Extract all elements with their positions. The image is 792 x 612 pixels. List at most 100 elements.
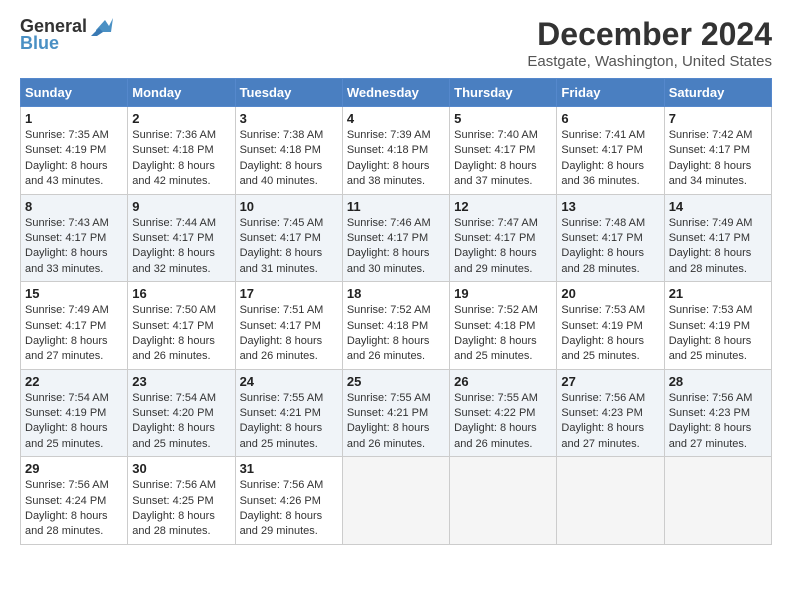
sunrise-label: Sunrise: 7:55 AM	[347, 392, 431, 404]
day-number: 29	[25, 461, 123, 476]
sunset-label: Sunset: 4:17 PM	[240, 232, 321, 244]
sunrise-label: Sunrise: 7:52 AM	[454, 304, 538, 316]
sunrise-label: Sunrise: 7:43 AM	[25, 217, 109, 229]
month-title: December 2024	[527, 16, 772, 53]
daylight-label: Daylight: 8 hours and 27 minutes.	[25, 335, 108, 362]
daylight-label: Daylight: 8 hours and 38 minutes.	[347, 160, 430, 187]
calendar-header-monday: Monday	[128, 79, 235, 107]
sunrise-label: Sunrise: 7:36 AM	[132, 129, 216, 141]
logo-bird-icon	[91, 18, 113, 36]
day-info: Sunrise: 7:55 AM Sunset: 4:21 PM Dayligh…	[240, 391, 338, 453]
sunset-label: Sunset: 4:18 PM	[347, 320, 428, 332]
calendar-cell: 15 Sunrise: 7:49 AM Sunset: 4:17 PM Dayl…	[21, 282, 128, 370]
daylight-label: Daylight: 8 hours and 42 minutes.	[132, 160, 215, 187]
sunrise-label: Sunrise: 7:55 AM	[240, 392, 324, 404]
sunrise-label: Sunrise: 7:48 AM	[561, 217, 645, 229]
daylight-label: Daylight: 8 hours and 26 minutes.	[240, 335, 323, 362]
sunset-label: Sunset: 4:18 PM	[347, 144, 428, 156]
calendar: SundayMondayTuesdayWednesdayThursdayFrid…	[20, 78, 772, 545]
calendar-cell: 30 Sunrise: 7:56 AM Sunset: 4:25 PM Dayl…	[128, 457, 235, 545]
sunset-label: Sunset: 4:17 PM	[561, 232, 642, 244]
daylight-label: Daylight: 8 hours and 28 minutes.	[25, 510, 108, 537]
day-number: 4	[347, 111, 445, 126]
daylight-label: Daylight: 8 hours and 25 minutes.	[561, 335, 644, 362]
day-info: Sunrise: 7:52 AM Sunset: 4:18 PM Dayligh…	[347, 303, 445, 365]
day-number: 19	[454, 286, 552, 301]
sunrise-label: Sunrise: 7:46 AM	[347, 217, 431, 229]
sunrise-label: Sunrise: 7:47 AM	[454, 217, 538, 229]
daylight-label: Daylight: 8 hours and 43 minutes.	[25, 160, 108, 187]
sunrise-label: Sunrise: 7:56 AM	[240, 479, 324, 491]
day-number: 24	[240, 374, 338, 389]
sunset-label: Sunset: 4:22 PM	[454, 407, 535, 419]
daylight-label: Daylight: 8 hours and 32 minutes.	[132, 247, 215, 274]
calendar-cell: 9 Sunrise: 7:44 AM Sunset: 4:17 PM Dayli…	[128, 194, 235, 282]
sunrise-label: Sunrise: 7:45 AM	[240, 217, 324, 229]
day-info: Sunrise: 7:56 AM Sunset: 4:24 PM Dayligh…	[25, 478, 123, 540]
day-info: Sunrise: 7:54 AM Sunset: 4:19 PM Dayligh…	[25, 391, 123, 453]
sunrise-label: Sunrise: 7:44 AM	[132, 217, 216, 229]
sunrise-label: Sunrise: 7:54 AM	[132, 392, 216, 404]
daylight-label: Daylight: 8 hours and 33 minutes.	[25, 247, 108, 274]
day-number: 18	[347, 286, 445, 301]
sunset-label: Sunset: 4:23 PM	[669, 407, 750, 419]
calendar-cell: 3 Sunrise: 7:38 AM Sunset: 4:18 PM Dayli…	[235, 107, 342, 195]
calendar-header-friday: Friday	[557, 79, 664, 107]
day-info: Sunrise: 7:40 AM Sunset: 4:17 PM Dayligh…	[454, 128, 552, 190]
calendar-cell: 13 Sunrise: 7:48 AM Sunset: 4:17 PM Dayl…	[557, 194, 664, 282]
day-number: 16	[132, 286, 230, 301]
day-number: 13	[561, 199, 659, 214]
sunrise-label: Sunrise: 7:50 AM	[132, 304, 216, 316]
logo-blue-text: Blue	[20, 33, 59, 54]
calendar-cell: 19 Sunrise: 7:52 AM Sunset: 4:18 PM Dayl…	[450, 282, 557, 370]
sunset-label: Sunset: 4:17 PM	[240, 320, 321, 332]
day-info: Sunrise: 7:56 AM Sunset: 4:23 PM Dayligh…	[561, 391, 659, 453]
calendar-cell: 2 Sunrise: 7:36 AM Sunset: 4:18 PM Dayli…	[128, 107, 235, 195]
calendar-header-tuesday: Tuesday	[235, 79, 342, 107]
calendar-cell: 8 Sunrise: 7:43 AM Sunset: 4:17 PM Dayli…	[21, 194, 128, 282]
daylight-label: Daylight: 8 hours and 28 minutes.	[561, 247, 644, 274]
day-number: 22	[25, 374, 123, 389]
calendar-cell: 26 Sunrise: 7:55 AM Sunset: 4:22 PM Dayl…	[450, 369, 557, 457]
sunrise-label: Sunrise: 7:56 AM	[132, 479, 216, 491]
sunset-label: Sunset: 4:17 PM	[454, 144, 535, 156]
daylight-label: Daylight: 8 hours and 29 minutes.	[240, 510, 323, 537]
sunset-label: Sunset: 4:26 PM	[240, 495, 321, 507]
title-area: December 2024 Eastgate, Washington, Unit…	[527, 16, 772, 70]
calendar-cell: 16 Sunrise: 7:50 AM Sunset: 4:17 PM Dayl…	[128, 282, 235, 370]
calendar-week-row: 15 Sunrise: 7:49 AM Sunset: 4:17 PM Dayl…	[21, 282, 772, 370]
daylight-label: Daylight: 8 hours and 25 minutes.	[240, 422, 323, 449]
daylight-label: Daylight: 8 hours and 29 minutes.	[454, 247, 537, 274]
daylight-label: Daylight: 8 hours and 36 minutes.	[561, 160, 644, 187]
calendar-header-wednesday: Wednesday	[342, 79, 449, 107]
calendar-cell: 6 Sunrise: 7:41 AM Sunset: 4:17 PM Dayli…	[557, 107, 664, 195]
day-info: Sunrise: 7:52 AM Sunset: 4:18 PM Dayligh…	[454, 303, 552, 365]
calendar-header-thursday: Thursday	[450, 79, 557, 107]
day-info: Sunrise: 7:45 AM Sunset: 4:17 PM Dayligh…	[240, 216, 338, 278]
sunset-label: Sunset: 4:18 PM	[240, 144, 321, 156]
sunrise-label: Sunrise: 7:41 AM	[561, 129, 645, 141]
sunset-label: Sunset: 4:19 PM	[25, 144, 106, 156]
sunset-label: Sunset: 4:19 PM	[25, 407, 106, 419]
daylight-label: Daylight: 8 hours and 26 minutes.	[132, 335, 215, 362]
calendar-cell: 24 Sunrise: 7:55 AM Sunset: 4:21 PM Dayl…	[235, 369, 342, 457]
logo: General Blue	[20, 16, 113, 54]
sunrise-label: Sunrise: 7:52 AM	[347, 304, 431, 316]
daylight-label: Daylight: 8 hours and 30 minutes.	[347, 247, 430, 274]
sunset-label: Sunset: 4:18 PM	[132, 144, 213, 156]
day-info: Sunrise: 7:53 AM Sunset: 4:19 PM Dayligh…	[561, 303, 659, 365]
calendar-cell: 22 Sunrise: 7:54 AM Sunset: 4:19 PM Dayl…	[21, 369, 128, 457]
sunset-label: Sunset: 4:17 PM	[454, 232, 535, 244]
calendar-cell: 20 Sunrise: 7:53 AM Sunset: 4:19 PM Dayl…	[557, 282, 664, 370]
daylight-label: Daylight: 8 hours and 26 minutes.	[347, 422, 430, 449]
day-info: Sunrise: 7:55 AM Sunset: 4:22 PM Dayligh…	[454, 391, 552, 453]
sunset-label: Sunset: 4:17 PM	[132, 232, 213, 244]
day-info: Sunrise: 7:39 AM Sunset: 4:18 PM Dayligh…	[347, 128, 445, 190]
calendar-cell: 29 Sunrise: 7:56 AM Sunset: 4:24 PM Dayl…	[21, 457, 128, 545]
day-info: Sunrise: 7:35 AM Sunset: 4:19 PM Dayligh…	[25, 128, 123, 190]
day-info: Sunrise: 7:46 AM Sunset: 4:17 PM Dayligh…	[347, 216, 445, 278]
daylight-label: Daylight: 8 hours and 27 minutes.	[669, 422, 752, 449]
sunset-label: Sunset: 4:19 PM	[669, 320, 750, 332]
day-info: Sunrise: 7:56 AM Sunset: 4:26 PM Dayligh…	[240, 478, 338, 540]
location-title: Eastgate, Washington, United States	[527, 53, 772, 70]
